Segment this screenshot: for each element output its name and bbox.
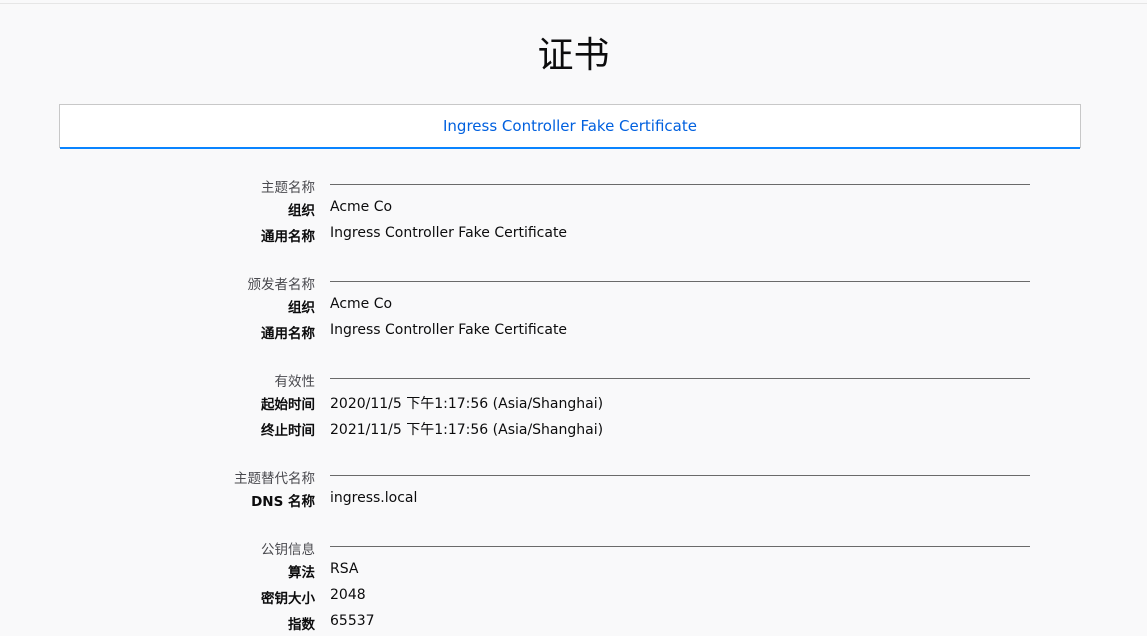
row-label: 通用名称 xyxy=(261,326,315,342)
section-header: 颁发者名称 xyxy=(0,267,1147,293)
info-row: 通用名称 Ingress Controller Fake Certificate xyxy=(0,222,1147,248)
info-row: DNS 名称 ingress.local xyxy=(0,487,1147,513)
section-subject-name: 主题名称 组织 Acme Co 通用名称 Ingress Controller … xyxy=(0,170,1147,248)
certificate-tab-bar: Ingress Controller Fake Certificate xyxy=(59,104,1081,149)
info-row: 算法 RSA xyxy=(0,558,1147,584)
row-value: 2048 xyxy=(330,587,366,603)
section-divider xyxy=(330,281,1030,282)
row-label: 密钥大小 xyxy=(261,591,315,607)
info-row: 指数 65537 xyxy=(0,610,1147,636)
section-header: 主题替代名称 xyxy=(0,461,1147,487)
tab-label: Ingress Controller Fake Certificate xyxy=(443,117,697,135)
row-value: 2020/11/5 下午1:17:56 (Asia/Shanghai) xyxy=(330,396,604,412)
section-divider xyxy=(330,546,1030,547)
section-header: 公钥信息 xyxy=(0,532,1147,558)
row-label: 终止时间 xyxy=(261,423,315,439)
section-validity: 有效性 起始时间 2020/11/5 下午1:17:56 (Asia/Shang… xyxy=(0,364,1147,442)
row-label: 起始时间 xyxy=(261,397,315,413)
row-value: RSA xyxy=(330,561,359,577)
info-row: 密钥大小 2048 xyxy=(0,584,1147,610)
section-divider xyxy=(330,184,1030,185)
section-title: 主题名称 xyxy=(261,180,315,196)
section-divider xyxy=(330,475,1030,476)
window-top-border xyxy=(0,0,1147,4)
page-title: 证书 xyxy=(537,35,610,76)
info-row: 终止时间 2021/11/5 下午1:17:56 (Asia/Shanghai) xyxy=(0,416,1147,442)
section-subject-alt-names: 主题替代名称 DNS 名称 ingress.local xyxy=(0,461,1147,513)
row-label: 指数 xyxy=(288,617,315,633)
section-header: 主题名称 xyxy=(0,170,1147,196)
section-title: 有效性 xyxy=(274,374,316,390)
section-title: 颁发者名称 xyxy=(247,277,316,293)
info-row: 组织 Acme Co xyxy=(0,196,1147,222)
row-value: 2021/11/5 下午1:17:56 (Asia/Shanghai) xyxy=(330,422,604,438)
row-label: 组织 xyxy=(288,300,315,316)
section-public-key-info: 公钥信息 算法 RSA 密钥大小 2048 指数 65537 xyxy=(0,532,1147,636)
row-value: Acme Co xyxy=(330,296,393,312)
row-value: Ingress Controller Fake Certificate xyxy=(330,322,568,338)
certificate-details: 主题名称 组织 Acme Co 通用名称 Ingress Controller … xyxy=(0,170,1147,636)
row-label: 组织 xyxy=(288,203,315,219)
info-row: 通用名称 Ingress Controller Fake Certificate xyxy=(0,319,1147,345)
row-value: 65537 xyxy=(330,613,375,629)
section-issuer-name: 颁发者名称 组织 Acme Co 通用名称 Ingress Controller… xyxy=(0,267,1147,345)
row-value: Ingress Controller Fake Certificate xyxy=(330,225,568,241)
row-label: 通用名称 xyxy=(261,229,315,245)
row-label: 算法 xyxy=(288,565,315,581)
section-header: 有效性 xyxy=(0,364,1147,390)
info-row: 组织 Acme Co xyxy=(0,293,1147,319)
info-row: 起始时间 2020/11/5 下午1:17:56 (Asia/Shanghai) xyxy=(0,390,1147,416)
section-divider xyxy=(330,378,1030,379)
row-label: DNS 名称 xyxy=(251,494,315,510)
section-title: 公钥信息 xyxy=(261,542,315,558)
section-title: 主题替代名称 xyxy=(234,471,315,487)
row-value: ingress.local xyxy=(330,490,418,506)
row-value: Acme Co xyxy=(330,199,393,215)
tab-certificate[interactable]: Ingress Controller Fake Certificate xyxy=(60,105,1080,149)
